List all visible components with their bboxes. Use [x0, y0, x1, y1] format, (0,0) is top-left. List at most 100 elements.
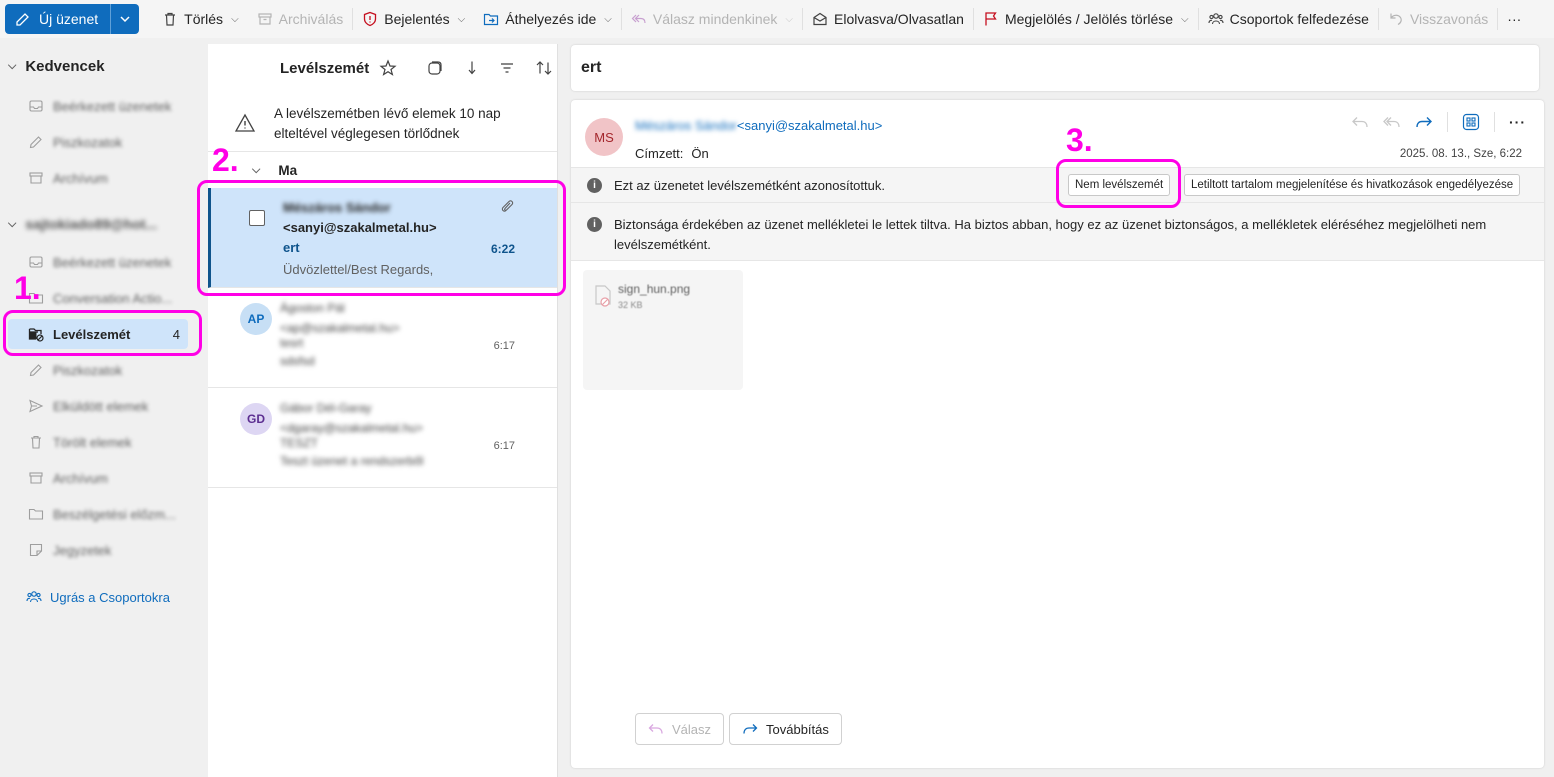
sender: Ágoston Pál <ap@szakalmetal.hu>	[280, 298, 510, 338]
attachments-blocked-notice: i Biztonsága érdekében az üzenet mellékl…	[571, 203, 1544, 261]
delete-button[interactable]: Törlés ⌵	[153, 4, 248, 34]
chevron-down-icon[interactable]: ⌵	[231, 14, 239, 25]
go-to-groups-link[interactable]: Ugrás a Csoportokra	[26, 589, 170, 605]
trash-icon	[31, 435, 41, 449]
chevron-down-icon[interactable]: ⌵	[1181, 14, 1189, 25]
reply-icon[interactable]	[1351, 114, 1369, 130]
send-icon	[29, 399, 44, 413]
undo-icon	[1390, 13, 1402, 26]
people-icon	[1208, 13, 1224, 25]
archive-icon	[29, 172, 43, 184]
sender: Gábor Dél-Garay <dgaray@szakalmetal.hu>	[280, 398, 510, 438]
favorite-inbox[interactable]: Beérkezett üzenetek	[24, 91, 188, 121]
account-header[interactable]: ⌵ sajtokiado89@hot...	[8, 216, 157, 232]
undo-button[interactable]: Visszavonás	[1379, 4, 1497, 34]
account-name: sajtokiado89@hot...	[25, 216, 158, 232]
forward-label: Továbbítás	[766, 721, 829, 737]
discover-groups-button[interactable]: Csoportok felfedezése	[1199, 4, 1378, 34]
attachments-blocked-text: Biztonsága érdekében az üzenet melléklet…	[614, 217, 1487, 252]
reply-icon	[648, 724, 663, 734]
subject-text: ert	[581, 59, 602, 76]
flag-button[interactable]: Megjelölés / Jelölés törlése ⌵	[974, 4, 1198, 34]
forward-icon[interactable]	[1415, 114, 1433, 130]
new-mail-dropdown[interactable]	[111, 4, 139, 34]
new-mail-button[interactable]: Új üzenet	[5, 4, 112, 34]
message-preview: Teszt üzenet a rendszerből	[280, 454, 424, 468]
folder-icon	[28, 508, 44, 520]
reply-all-icon[interactable]	[1383, 114, 1401, 130]
archive-button[interactable]: Archiválás	[248, 4, 353, 34]
folder-drafts[interactable]: Piszkozatok	[24, 355, 188, 385]
reply-button[interactable]: Válasz	[635, 713, 725, 745]
archive-icon	[258, 13, 272, 25]
sender-name: Mészáros Sándor	[635, 118, 737, 133]
folder-notes[interactable]: Jegyzetek	[24, 535, 188, 565]
forward-button[interactable]: Továbbítás	[729, 713, 842, 745]
folder-inbox[interactable]: Beérkezett üzenetek	[24, 247, 188, 277]
chevron-down-icon: ⌵	[8, 217, 17, 230]
jump-icon[interactable]	[463, 60, 479, 76]
sender-email: <ap@szakalmetal.hu>	[280, 321, 400, 335]
favorite-drafts[interactable]: Piszkozatok	[24, 127, 188, 157]
chevron-down-icon[interactable]: ⌵	[604, 14, 612, 25]
message-time: 6:17	[493, 340, 515, 352]
report-button[interactable]: Bejelentés ⌵	[353, 4, 474, 34]
sender-email: <dgaray@szakalmetal.hu>	[280, 421, 423, 435]
show-blocked-content-button[interactable]: Letiltott tartalom megjelenítése és hiva…	[1184, 174, 1521, 196]
blocked-file-icon	[595, 285, 611, 307]
note-icon	[29, 543, 43, 557]
action-divider	[1447, 112, 1448, 132]
junk-notice-text: Ezt az üzenetet levélszemétként azonosít…	[614, 177, 885, 193]
recipient-line: Címzett: Ön	[635, 146, 709, 161]
message-item[interactable]: GD Gábor Dél-Garay <dgaray@szakalmetal.h…	[208, 388, 557, 488]
warning-icon	[234, 113, 256, 132]
folder-archive[interactable]: Archívum	[24, 463, 188, 493]
message-date: 2025. 08. 13., Sze, 6:22	[1399, 148, 1522, 160]
chevron-down-icon[interactable]: ⌵	[785, 14, 793, 25]
sender-name: Ágoston Pál	[280, 301, 345, 315]
move-to-button[interactable]: Áthelyezés ide ⌵	[474, 4, 621, 34]
read-unread-button[interactable]: Elolvasva/Olvasatlan	[803, 4, 973, 34]
folder-pane: ⌵ Kedvencek Beérkezett üzenetek Piszkoza…	[0, 38, 207, 777]
nav-label: Beérkezett üzenetek	[53, 98, 172, 114]
to-value: Ön	[691, 146, 709, 161]
apps-icon[interactable]	[1462, 113, 1480, 131]
folder-conversation-history[interactable]: Beszélgetési előzm...	[24, 499, 188, 529]
message-actions: ···	[1351, 112, 1526, 132]
more-actions-button[interactable]: ···	[1498, 4, 1530, 34]
people-icon	[26, 591, 42, 603]
favorite-archive[interactable]: Archívum	[24, 163, 188, 193]
group-label: Ma	[278, 162, 298, 178]
more-icon[interactable]: ···	[1509, 114, 1526, 130]
select-icon[interactable]	[427, 60, 443, 76]
list-title: Levélszemét	[280, 59, 370, 77]
favorites-title: Kedvencek	[25, 58, 105, 75]
list-header-actions	[427, 60, 553, 76]
command-toolbar: Új üzenet Törlés ⌵ Archiválás Bejelentés…	[0, 0, 1554, 38]
message-item[interactable]: AP Ágoston Pál <ap@szakalmetal.hu> tesrt…	[208, 288, 557, 388]
folder-sent[interactable]: Elküldött elemek	[24, 391, 188, 421]
forward-icon	[743, 724, 758, 734]
sender-email: <sanyi@szakalmetal.hu>	[736, 118, 883, 133]
folder-conversation-action[interactable]: Conversation Actio...	[24, 283, 188, 313]
reply-all-button[interactable]: Válasz mindenkinek ⌵	[622, 4, 802, 34]
favorites-header[interactable]: ⌵ Kedvencek	[8, 58, 105, 75]
reply-label: Válasz	[672, 721, 712, 737]
filter-icon[interactable]	[499, 60, 515, 76]
compose-icon	[16, 13, 29, 26]
shield-icon	[364, 11, 377, 27]
blocked-attachment[interactable]: sign_hun.png 32 KB	[583, 270, 743, 390]
nav-label: Piszkozatok	[53, 362, 123, 378]
chevron-down-icon[interactable]: ⌵	[458, 14, 466, 25]
star-icon[interactable]	[379, 59, 397, 77]
more-icon: ···	[1507, 11, 1522, 27]
archive-icon	[29, 472, 43, 484]
folder-move-icon	[484, 13, 499, 26]
message-subject: tesrt	[280, 336, 304, 350]
sender-line[interactable]: Mészáros Sándor<sanyi@szakalmetal.hu>	[635, 118, 882, 133]
new-mail-label: Új üzenet	[39, 11, 99, 27]
move-to-label: Áthelyezés ide	[505, 11, 597, 27]
sort-icon[interactable]	[535, 60, 553, 76]
folder-deleted[interactable]: Törölt elemek	[24, 427, 188, 457]
sender-name: Gábor Dél-Garay	[280, 401, 372, 415]
